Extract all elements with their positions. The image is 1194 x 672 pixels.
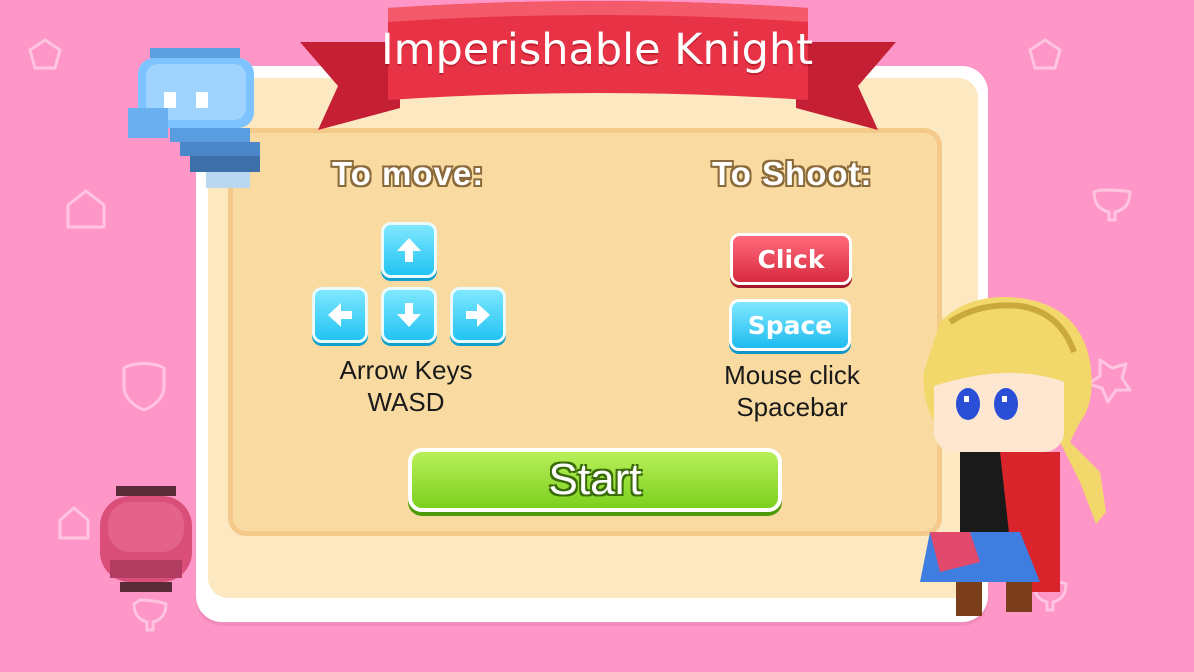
shoot-caption: Mouse click Spacebar: [700, 359, 884, 423]
move-caption: Arrow Keys WASD: [310, 354, 502, 418]
down-key[interactable]: [381, 287, 437, 343]
start-button[interactable]: Start: [408, 448, 782, 512]
click-key[interactable]: Click: [730, 233, 852, 285]
left-arrow-icon: [328, 303, 352, 327]
right-key[interactable]: [450, 287, 506, 343]
title-ribbon: [300, 1, 896, 130]
move-heading: To move:: [332, 155, 485, 192]
left-key[interactable]: [312, 287, 368, 343]
knight-girl-sprite: [920, 297, 1106, 616]
down-arrow-icon: [397, 303, 421, 327]
up-key[interactable]: [381, 222, 437, 278]
shoot-heading: To Shoot:: [712, 155, 873, 192]
space-key[interactable]: Space: [729, 299, 851, 351]
right-arrow-icon: [466, 303, 490, 327]
ghost-sprite: [128, 48, 260, 188]
move-caption-line2: WASD: [367, 387, 445, 417]
shoot-caption-line1: Mouse click: [724, 360, 860, 390]
shoot-caption-line2: Spacebar: [736, 392, 848, 422]
move-caption-line1: Arrow Keys: [339, 355, 473, 385]
up-arrow-icon: [397, 238, 421, 262]
pink-ball-sprite: [100, 486, 192, 592]
